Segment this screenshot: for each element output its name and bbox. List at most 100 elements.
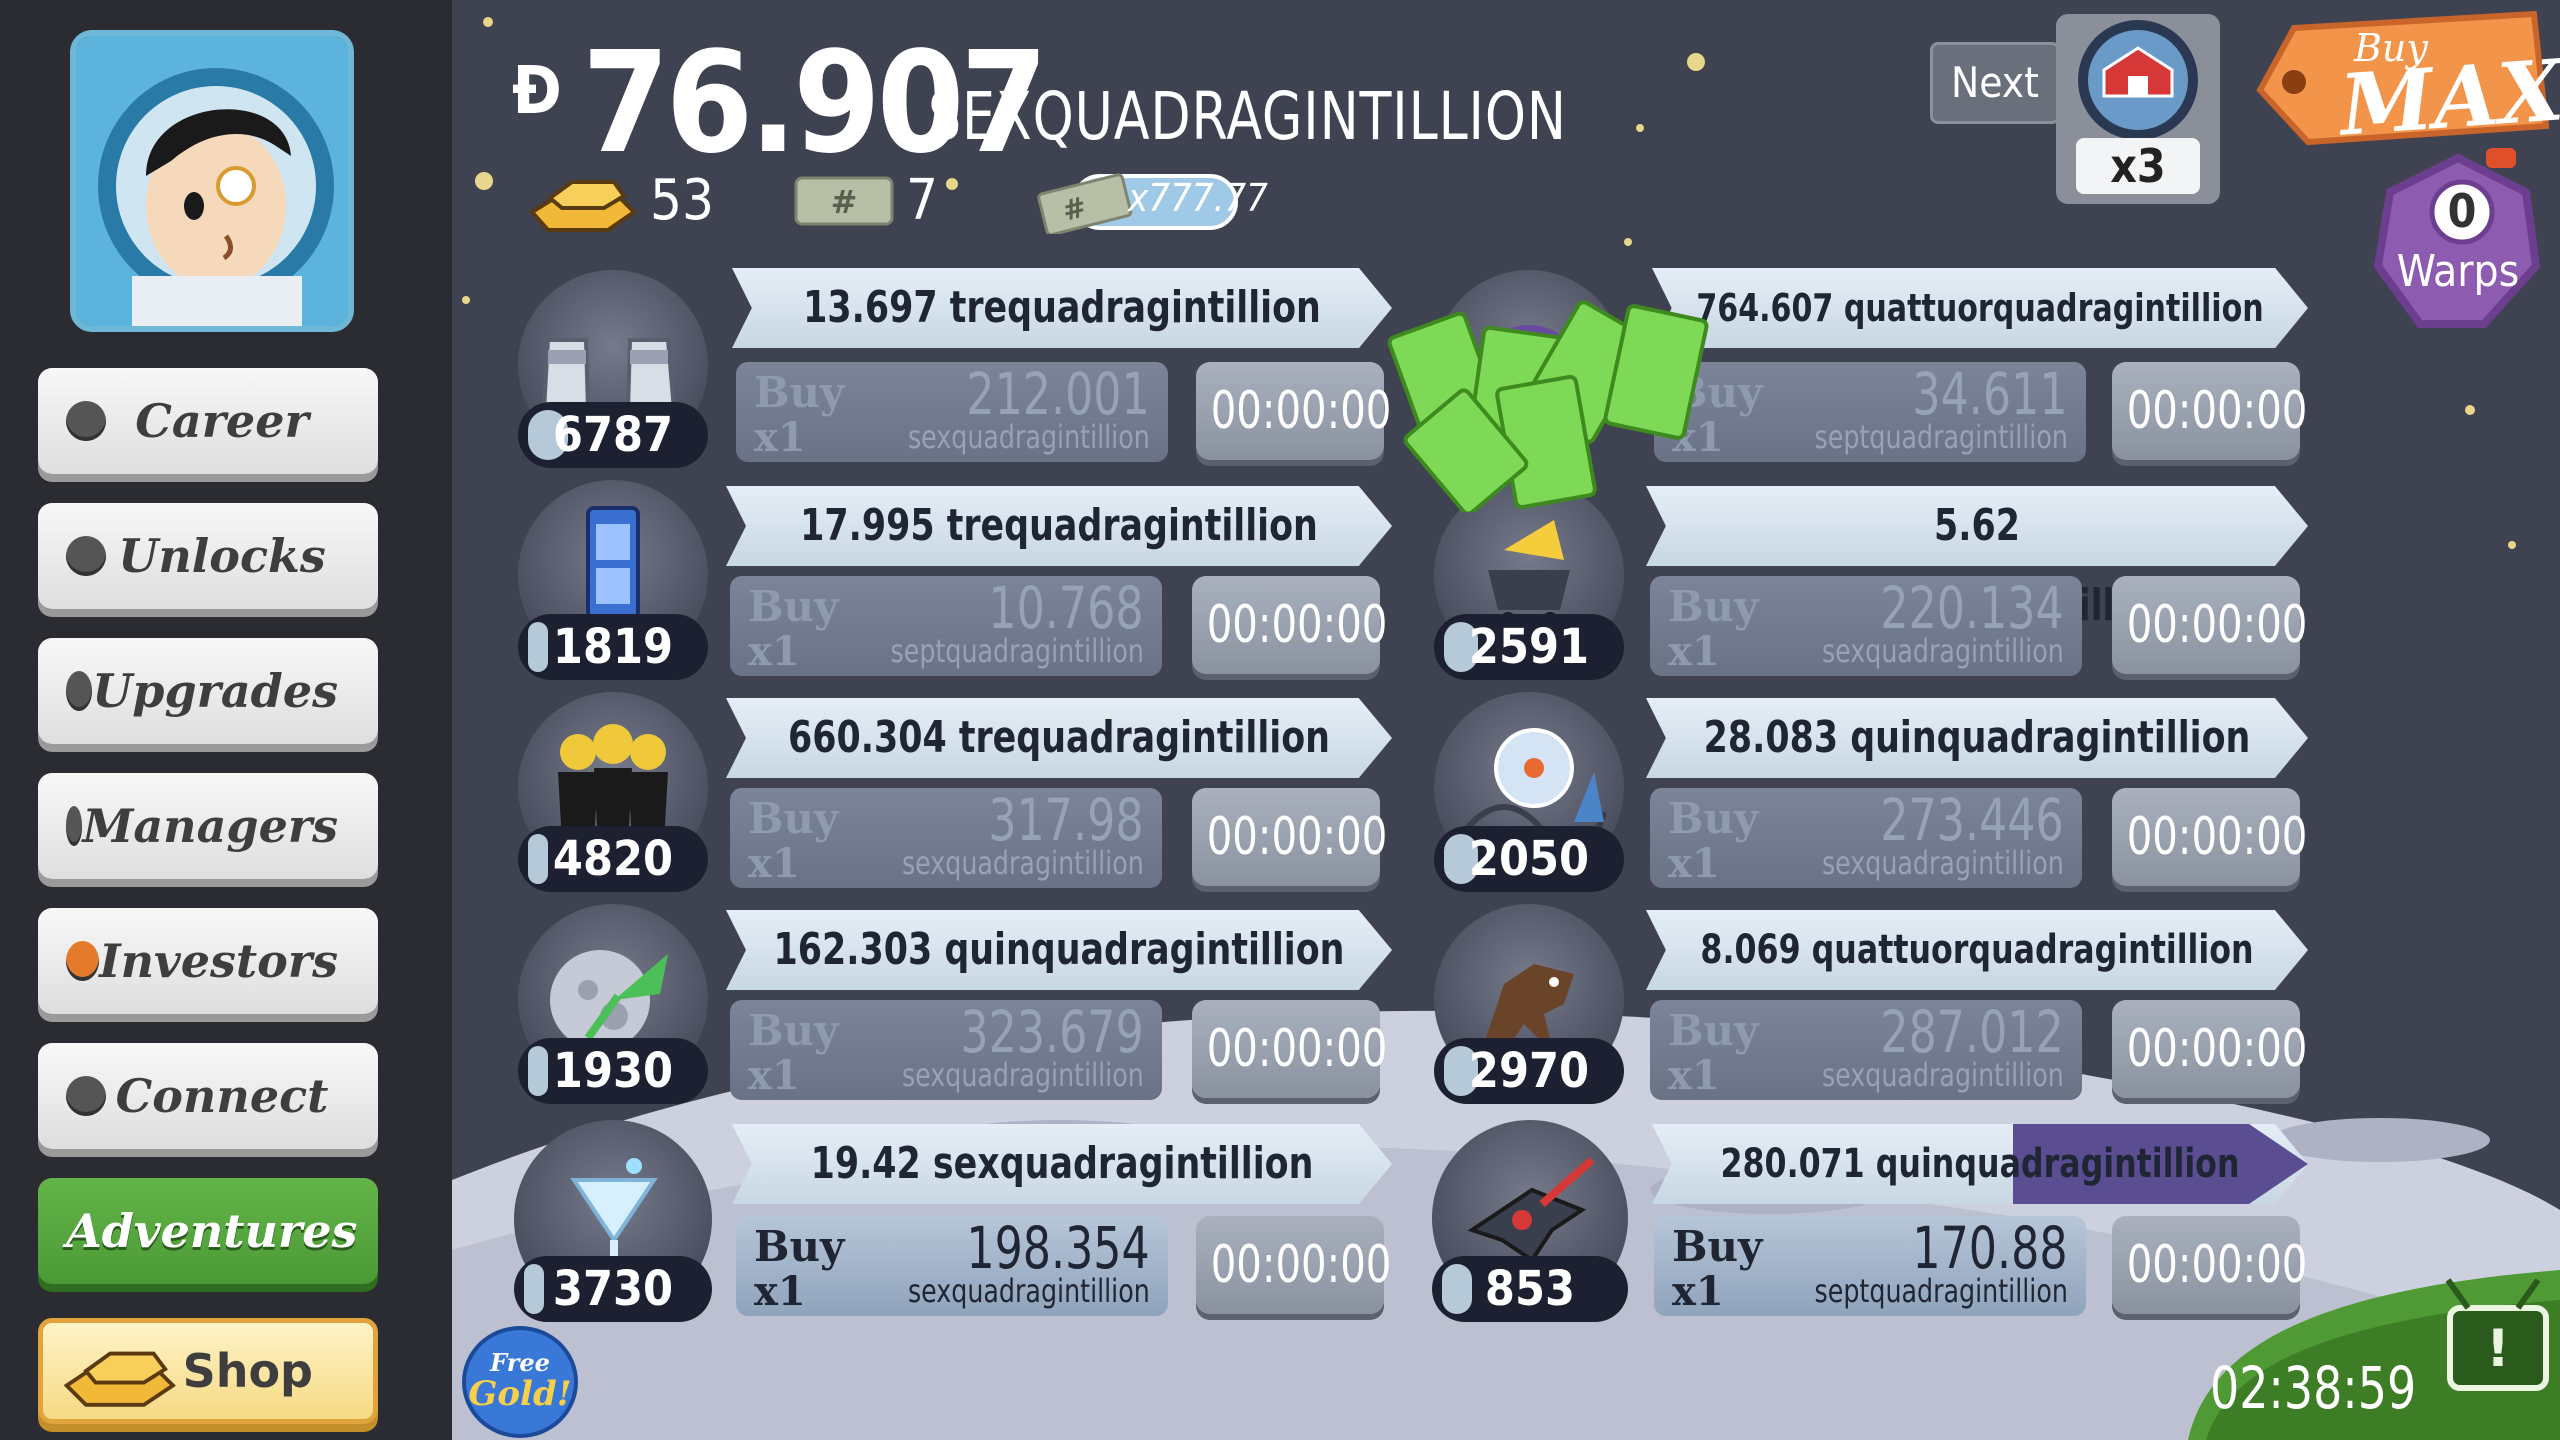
- buy-cost-unit: septquadragintillion: [890, 632, 1144, 670]
- nav-managers-button[interactable]: Managers: [38, 773, 378, 879]
- buy-label: Buy: [1668, 582, 1759, 631]
- sidebar: Career Unlocks Upgrades Managers Investo…: [0, 0, 452, 1440]
- max-label: MAX: [2336, 40, 2560, 155]
- buy-label: Buy: [748, 1006, 839, 1055]
- event-timer-panel[interactable]: ! 02:38:59: [2148, 1230, 2560, 1440]
- buy-label: Buy: [1668, 1006, 1759, 1055]
- avatar[interactable]: [70, 30, 354, 332]
- owned-count: 2050: [1434, 826, 1624, 892]
- buy-qty: x1: [754, 1268, 806, 1315]
- nav-label: Adventures: [66, 1204, 358, 1258]
- warp-badge-icon: [2373, 148, 2541, 328]
- buy-button[interactable]: Buy x1 198.354 sexquadragintillion: [736, 1214, 1168, 1316]
- owned-count: 1819: [518, 614, 708, 680]
- next-unlock-panel[interactable]: x3: [2056, 14, 2220, 204]
- notification-dot-active: [66, 941, 100, 981]
- buy-button[interactable]: Buy x1 323.679 sexquadragintillion: [730, 998, 1162, 1100]
- revenue-bar: 8.069 quattuorquadragintillion /sec: [1646, 910, 2308, 1053]
- revenue-bar: 5.62 quattuorquadragintillion /sec: [1646, 486, 2308, 631]
- revenue-bar: 28.083 quinquadragintillion /sec: [1646, 698, 2308, 843]
- cycle-timer: 00:00:00: [1192, 788, 1387, 886]
- buy-label: Buy: [1668, 794, 1759, 843]
- revenue-bar: 660.304 trequadragintillion /sec: [726, 698, 1392, 843]
- buy-label: Buy: [748, 582, 839, 631]
- buy-cost-unit: sexquadragintillion: [902, 1056, 1144, 1094]
- warps-button[interactable]: 0 Warps: [2368, 148, 2548, 338]
- notification-dot: [66, 536, 106, 576]
- buy-button[interactable]: Buy x1 170.88 septquadragintillion: [1654, 1214, 2086, 1316]
- multiplier-badge[interactable]: # x777.77: [1034, 170, 1268, 234]
- free-gold-button[interactable]: Free Gold!: [462, 1326, 578, 1438]
- notification-dot: [66, 806, 83, 846]
- buy-label: Buy: [1672, 1222, 1763, 1271]
- buy-cost-unit: sexquadragintillion: [908, 1272, 1150, 1310]
- cycle-timer: 00:00:00: [1196, 362, 1391, 460]
- buy-button[interactable]: Buy x1 317.98 sexquadragintillion: [730, 786, 1162, 888]
- gold-bars-icon: [63, 1351, 176, 1407]
- nav-unlocks-button[interactable]: Unlocks: [38, 503, 378, 609]
- buy-cost-unit: sexquadragintillion: [908, 418, 1150, 456]
- revenue-bar: 19.42 sexquadragintillion /sec: [732, 1124, 1392, 1269]
- buy-max-button[interactable]: Buy MAX: [2254, 8, 2560, 158]
- buy-qty: x1: [748, 840, 800, 887]
- buy-qty: x1: [1672, 1268, 1724, 1315]
- buy-button[interactable]: Buy x1 220.134 sexquadragintillion: [1650, 574, 2082, 676]
- revenue-bar: 162.303 quinquadragintillion /sec: [726, 910, 1392, 1055]
- owned-count: 3730: [514, 1256, 712, 1322]
- money-unit: SEXQUADRAGINTILLION: [928, 78, 1567, 155]
- event-timer-text: 02:38:59: [2210, 1354, 2417, 1422]
- nav-label: Career: [135, 394, 309, 448]
- nav-connect-button[interactable]: Connect: [38, 1043, 378, 1149]
- revenue-bar: 764.607 quattuorquadragintillion /sec: [1652, 268, 2308, 410]
- buy-cost-unit: sexquadragintillion: [1822, 844, 2064, 882]
- warps-count: 0: [2447, 184, 2477, 238]
- free-gold-line1: Free: [490, 1348, 550, 1377]
- buy-button[interactable]: Buy x1 10.768 septquadragintillion: [730, 574, 1162, 676]
- buy-cost-unit: septquadragintillion: [1814, 1272, 2068, 1310]
- svg-text:#: #: [831, 183, 858, 221]
- buy-button[interactable]: Buy x1 273.446 sexquadragintillion: [1650, 786, 2082, 888]
- buy-label: Buy: [748, 794, 839, 843]
- currency-symbol: Đ: [512, 52, 562, 129]
- buy-label: Buy: [754, 1222, 845, 1271]
- megabucks-icon: #: [794, 176, 894, 226]
- owned-count: 2591: [1434, 614, 1624, 680]
- notification-dot: [66, 401, 106, 441]
- nav-label: Connect: [115, 1069, 329, 1123]
- warps-label: Warps: [2396, 246, 2520, 297]
- owned-count: 6787: [518, 402, 708, 468]
- buy-button[interactable]: Buy x1 34.611 septquadragintillion: [1654, 360, 2086, 462]
- astronaut-avatar-icon: [76, 36, 348, 326]
- revenue-bar: 280.071 quinquadragintillion /sec: [1652, 1124, 2308, 1267]
- megabucks-count: 7: [906, 168, 939, 233]
- notification-dot: [66, 671, 93, 711]
- next-button[interactable]: Next: [1930, 42, 2060, 124]
- nav-upgrades-button[interactable]: Upgrades: [38, 638, 378, 744]
- nav-label: Shop: [182, 1344, 313, 1398]
- buy-qty: x1: [1668, 1052, 1720, 1099]
- buy-qty: x1: [748, 628, 800, 675]
- nav-label: Upgrades: [92, 664, 338, 718]
- nav-career-button[interactable]: Career: [38, 368, 378, 474]
- owned-count: 853: [1432, 1256, 1628, 1322]
- buy-qty: x1: [1668, 628, 1720, 675]
- next-multiplier: x3: [2076, 138, 2200, 194]
- free-gold-line2: Gold!: [468, 1374, 572, 1414]
- buy-qty: x1: [748, 1052, 800, 1099]
- multiplier-text: x777.77: [1128, 176, 1268, 220]
- cycle-timer: 00:00:00: [1192, 1000, 1387, 1098]
- buy-button[interactable]: Buy x1 287.012 sexquadragintillion: [1650, 998, 2082, 1100]
- buy-qty: x1: [1668, 840, 1720, 887]
- revenue-bar: 13.697 trequadragintillion /sec: [732, 268, 1392, 413]
- nav-adventures-button[interactable]: Adventures: [38, 1178, 378, 1284]
- barn-icon: [2078, 20, 2198, 140]
- buy-button[interactable]: Buy x1 212.001 sexquadragintillion: [736, 360, 1168, 462]
- revenue-bar: 17.995 trequadragintillion /sec: [726, 486, 1392, 631]
- nav-investors-button[interactable]: Investors: [38, 908, 378, 1014]
- cycle-timer: 00:00:00: [2112, 362, 2307, 460]
- cycle-timer: 00:00:00: [1192, 576, 1387, 674]
- buy-cost-unit: sexquadragintillion: [1822, 632, 2064, 670]
- nav-shop-button[interactable]: Shop: [38, 1318, 378, 1424]
- cycle-timer: 00:00:00: [2112, 576, 2307, 674]
- buy-label: Buy: [754, 368, 845, 417]
